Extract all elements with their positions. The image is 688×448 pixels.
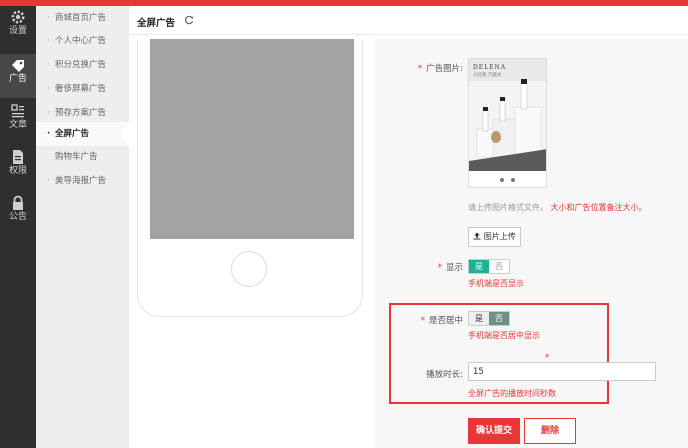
sidebar-item-articles[interactable]: 文章	[0, 100, 36, 144]
sidebar-item-label: 文章	[8, 120, 27, 130]
submenu-item-fullscreen-ad[interactable]: · 全屏广告	[36, 122, 129, 146]
image-upload-hint: 请上传图片格式文件。 大小和广告位置备注大小。	[468, 203, 647, 212]
lock-icon	[13, 195, 23, 210]
sidebar-item-label: 公告	[8, 212, 27, 222]
submenu-item-profile-ad[interactable]: · 个人中心广告	[36, 29, 129, 53]
sidebar-item-ads[interactable]: 广告	[0, 54, 36, 98]
sidebar-item-announcements[interactable]: 公告	[0, 192, 36, 236]
phone-preview	[137, 39, 363, 317]
page-title: 全屏广告	[137, 18, 176, 29]
sidebar-item-label: 广告	[8, 74, 27, 84]
submenu-item-luxury-ad[interactable]: · 奢侈屏幕广告	[36, 77, 129, 101]
submenu-item-points-ad[interactable]: · 积分兑换广告	[36, 53, 129, 77]
duration-note: 全屏广告的播放时间秒数	[468, 389, 556, 398]
icon-sidebar: 设置 广告 文章 权限 公告	[0, 6, 36, 448]
submenu-item-home-ad[interactable]: · 商城首页广告	[36, 6, 129, 30]
image-sub-text: 小红瓶·万能水	[473, 73, 502, 78]
phone-screen	[150, 39, 354, 239]
sidebar-item-permissions[interactable]: 权限	[0, 146, 36, 190]
center-toggle-no[interactable]: 否	[489, 312, 509, 325]
product-photo	[469, 59, 546, 187]
center-field-label: * 是否居中	[420, 316, 463, 326]
ad-submenu: · 商城首页广告 · 个人中心广告 · 积分兑换广告 · 奢侈屏幕广告 · 预存方案广告 …	[36, 6, 129, 448]
tag-icon	[12, 60, 24, 72]
show-field-label: * 显示	[437, 263, 463, 273]
center-toggle-yes[interactable]: 是	[469, 312, 489, 325]
upload-icon	[473, 232, 481, 240]
submit-button[interactable]: 确认提交	[468, 418, 520, 444]
sidebar-item-settings[interactable]: 设置	[0, 6, 36, 50]
duration-input[interactable]	[468, 362, 656, 381]
delete-button[interactable]: 删除	[524, 418, 576, 444]
article-icon	[11, 104, 24, 118]
show-note: 手机端是否显示	[468, 279, 524, 288]
image-field-label: * 广告图片:	[417, 64, 463, 74]
refresh-icon[interactable]	[184, 15, 194, 25]
main-content: 全屏广告 * 广告图片: DELENA 小红瓶·万能水 请上传图片格式文件。 大…	[129, 6, 688, 448]
show-toggle[interactable]: 是 否	[468, 259, 510, 274]
sidebar-item-label: 设置	[8, 26, 27, 36]
show-toggle-no[interactable]: 否	[489, 260, 509, 273]
submenu-item-poster-ad[interactable]: · 美导海报广告	[36, 169, 129, 193]
gear-icon	[11, 10, 25, 24]
center-note: 手机端是否居中显示	[468, 331, 540, 340]
image-upload-button[interactable]: 图片上传	[468, 227, 521, 247]
center-toggle[interactable]: 是 否	[468, 311, 510, 326]
image-brand-text: DELENA	[473, 64, 507, 71]
document-icon	[13, 150, 23, 164]
sidebar-item-label: 权限	[8, 166, 27, 176]
submenu-item-cart-ad[interactable]: 购物车广告	[36, 145, 129, 169]
phone-home-button	[231, 251, 267, 287]
page-header: 全屏广告	[129, 6, 688, 35]
show-toggle-yes[interactable]: 是	[469, 260, 489, 273]
ad-image-preview[interactable]: DELENA 小红瓶·万能水	[468, 58, 547, 188]
duration-field-label: 播放时长:	[426, 370, 463, 380]
